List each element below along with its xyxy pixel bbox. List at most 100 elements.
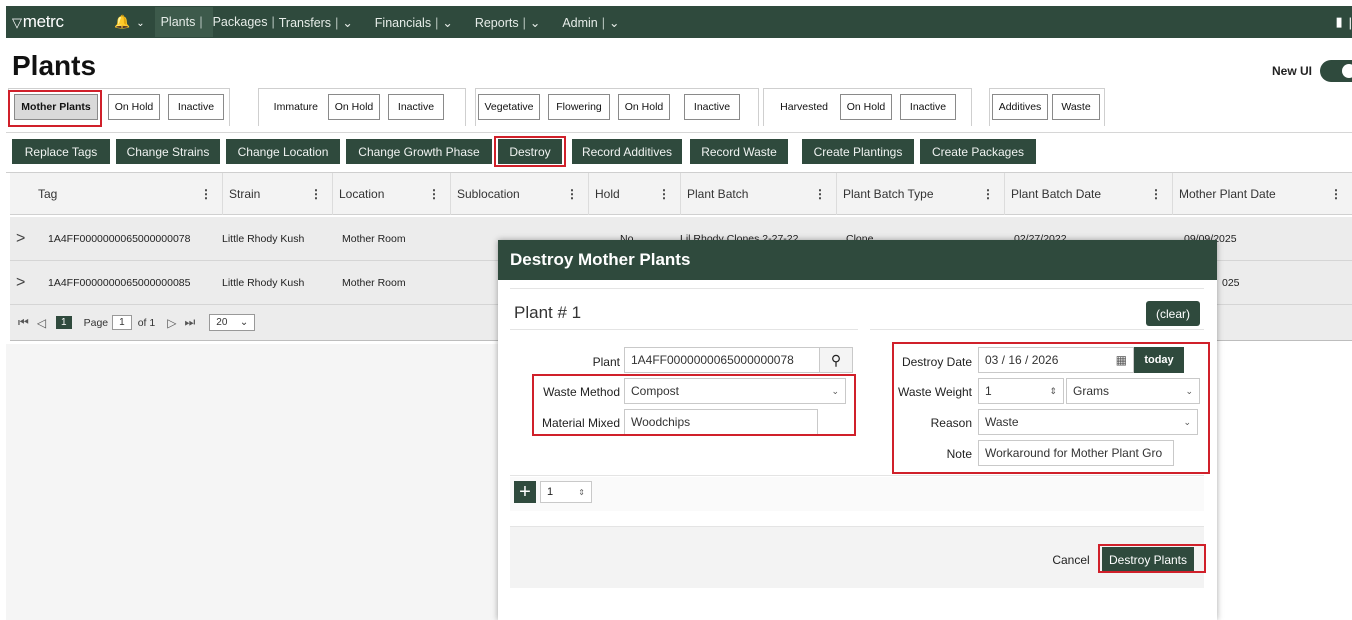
material-mixed-label: Material Mixed [541,416,620,430]
replace-tags-button[interactable]: Replace Tags [12,139,110,164]
tab-flowering-inactive[interactable]: Inactive [684,94,740,120]
new-ui-label: New UI [1271,64,1312,78]
nav-admin[interactable]: Admin | ⌄ [562,15,619,30]
column-plant-batch-date[interactable]: Plant Batch Date ⋮ [1004,173,1172,215]
destroy-plants-button[interactable]: Destroy Plants [1102,547,1194,573]
tab-immature-inactive[interactable]: Inactive [388,94,444,120]
weight-unit-select[interactable]: Grams ⌄ [1066,378,1200,404]
nav-right-area: ▮ | [1335,6,1352,38]
cell-location: Mother Room [342,233,406,245]
tab-mother-inactive[interactable]: Inactive [168,94,224,120]
today-button[interactable]: today [1134,347,1184,373]
expand-row-icon[interactable]: > [16,261,25,305]
tab-vegetative[interactable]: Vegetative [478,94,540,120]
tab-immature[interactable]: Immature [260,94,322,120]
waste-method-label: Waste Method [543,385,620,399]
nav-transfers[interactable]: Transfers | ⌄ [279,15,353,30]
column-menu-icon[interactable]: ⋮ [200,187,212,201]
change-strains-button[interactable]: Change Strains [116,139,220,164]
column-hold[interactable]: Hold ⋮ [588,173,680,215]
nav-reports[interactable]: Reports | ⌄ [475,15,541,30]
column-menu-icon[interactable]: ⋮ [658,187,670,201]
change-location-button[interactable]: Change Location [226,139,340,164]
page-input[interactable]: 1 [112,315,132,330]
toggle-switch[interactable] [1320,60,1352,82]
column-menu-icon[interactable]: ⋮ [1150,187,1162,201]
column-menu-icon[interactable]: ⋮ [982,187,994,201]
column-plant-batch-type[interactable]: Plant Batch Type ⋮ [836,173,1004,215]
waste-weight-field[interactable]: 1 ⇕ [978,378,1064,404]
change-growth-phase-button[interactable]: Change Growth Phase [346,139,492,164]
tab-harvested-on-hold[interactable]: On Hold [840,94,892,120]
last-page-icon[interactable]: ⏭ [184,315,195,330]
page-size-select[interactable]: 20 ⌄ [209,314,256,331]
column-strain[interactable]: Strain ⋮ [222,173,332,215]
column-mother-plant-date[interactable]: Mother Plant Date ⋮ [1172,173,1352,215]
add-plant-icon[interactable]: + [514,481,536,503]
modal-body: Plant # 1 (clear) Plant 1A4FF00000000650… [510,288,1204,524]
add-plant-bar: + 1 ⇕ [510,477,1204,511]
column-plant-batch[interactable]: Plant Batch ⋮ [680,173,836,215]
waste-method-select[interactable]: Compost ⌄ [624,378,846,404]
metrc-logo-mark: ▽ [12,15,22,30]
chevron-down-icon: ⌄ [1183,416,1191,427]
new-ui-switch[interactable]: New UI [1272,60,1352,82]
next-page-icon[interactable]: ▷ [167,316,176,330]
modal-footer: Cancel Destroy Plants [510,526,1204,588]
tab-flowering[interactable]: Flowering [548,94,610,120]
current-page-badge[interactable]: 1 [56,316,72,329]
plant-field[interactable]: 1A4FF0000000065000000078 [624,347,820,373]
column-sublocation[interactable]: Sublocation ⋮ [450,173,588,215]
tab-harvested-inactive[interactable]: Inactive [900,94,956,120]
column-tag[interactable]: Tag ⋮ [32,173,222,215]
column-menu-icon[interactable]: ⋮ [814,187,826,201]
tab-harvested[interactable]: Harvested [764,94,832,120]
cell-strain: Little Rhody Kush [222,277,305,289]
note-field[interactable]: Workaround for Mother Plant Gro [978,440,1174,466]
nav-plants[interactable]: Plants | [154,7,213,37]
notifications-bell-icon[interactable]: 🔔 ⌄ [114,14,145,30]
tab-immature-on-hold[interactable]: On Hold [328,94,380,120]
prev-page-icon[interactable]: ◁ [37,316,46,330]
stepper-icon[interactable]: ⇕ [1049,386,1057,397]
record-waste-button[interactable]: Record Waste [690,139,788,164]
chevron-down-icon: ⌄ [342,15,353,30]
column-menu-icon[interactable]: ⋮ [566,187,578,201]
destroy-mother-plants-modal: Destroy Mother Plants Plant # 1 (clear) … [498,240,1217,620]
action-toolbar: Replace Tags Change Strains Change Locat… [6,132,1352,172]
first-page-icon[interactable]: ⏮ [18,315,29,330]
document-icon[interactable]: ▮ [1335,14,1342,30]
material-mixed-field[interactable]: Woodchips [624,409,818,435]
record-additives-button[interactable]: Record Additives [572,139,682,164]
destroy-button[interactable]: Destroy [498,139,562,164]
stepper-icon[interactable]: ⇕ [578,488,585,497]
cancel-button[interactable]: Cancel [1044,547,1098,573]
column-location[interactable]: Location ⋮ [332,173,450,215]
nav-financials[interactable]: Financials | ⌄ [375,15,453,30]
column-menu-icon[interactable]: ⋮ [310,187,322,201]
nav-packages[interactable]: Packages | [213,15,279,29]
column-menu-icon[interactable]: ⋮ [1330,187,1342,201]
clear-button[interactable]: (clear) [1146,301,1200,326]
tab-flowering-on-hold[interactable]: On Hold [618,94,670,120]
divider [510,475,1204,476]
page-background [6,344,498,620]
destroy-date-field[interactable]: 03 / 16 / 2026 ▦ [978,347,1134,373]
metrc-logo[interactable]: ▽metrc [12,12,86,32]
cell-tag: 1A4FF0000000065000000078 [48,233,191,245]
tab-mother-on-hold[interactable]: On Hold [108,94,160,120]
add-count-stepper[interactable]: 1 ⇕ [540,481,592,503]
create-plantings-button[interactable]: Create Plantings [802,139,914,164]
calendar-icon[interactable]: ▦ [1116,353,1127,367]
modal-title: Destroy Mother Plants [498,240,1217,280]
search-icon[interactable]: ⚲ [819,347,853,373]
page-label: Page [83,316,109,329]
tab-waste[interactable]: Waste [1052,94,1100,120]
tab-mother-plants[interactable]: Mother Plants [14,94,98,120]
create-packages-button[interactable]: Create Packages [920,139,1036,164]
reason-select[interactable]: Waste ⌄ [978,409,1198,435]
note-label: Note [946,447,972,461]
column-menu-icon[interactable]: ⋮ [428,187,440,201]
tab-additives[interactable]: Additives [992,94,1048,120]
expand-row-icon[interactable]: > [16,217,25,261]
